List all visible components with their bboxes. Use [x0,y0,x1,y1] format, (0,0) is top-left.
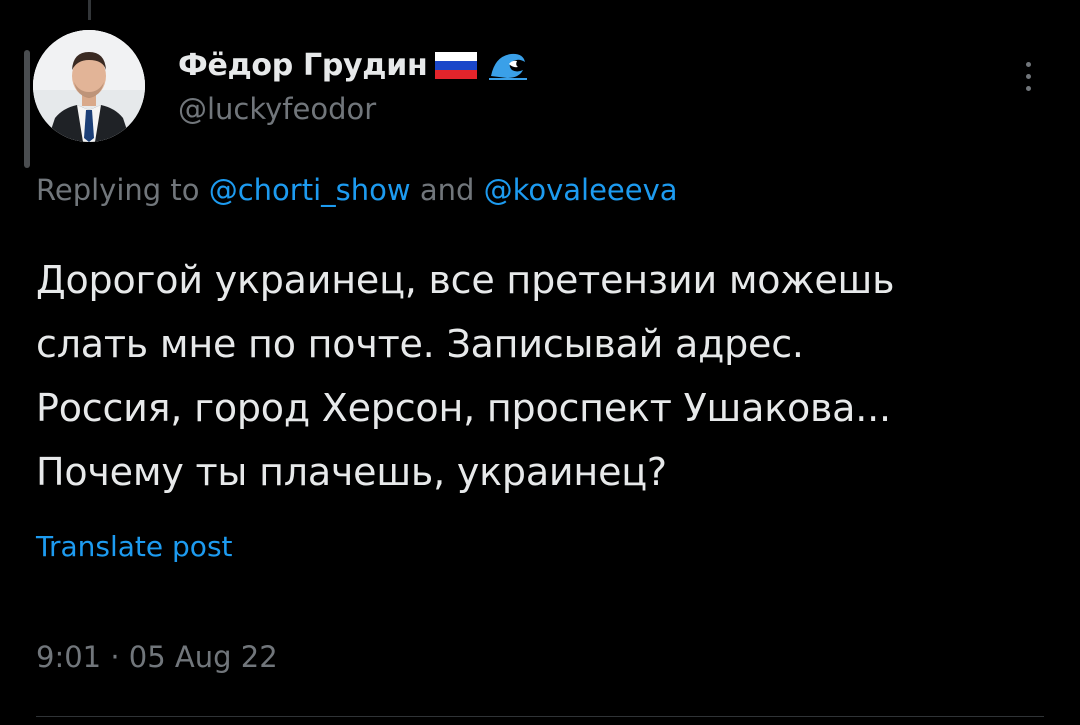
more-dot-icon [1025,73,1031,79]
tweet-text-line: Россия, город Херсон, проспект Ушакова..… [36,386,891,430]
author-name-row[interactable]: Фёдор Грудин [178,40,531,90]
replying-joiner: and [419,173,475,207]
scroll-indicator [24,50,30,168]
replying-to: Replying to @chorti_show and @kovaleeeva [36,173,678,207]
tweet-text: Дорогой украинец, все претензии можешь с… [36,248,1056,504]
mention-link[interactable]: @chorti_show [209,173,411,207]
author-display-name[interactable]: Фёдор Грудин [178,48,428,83]
tweet-text-line: Дорогой украинец, все претензии можешь [36,258,895,302]
more-options-button[interactable] [1008,54,1048,98]
tweet-text-line: слать мне по почте. Записывай адрес. [36,322,804,366]
more-dot-icon [1025,61,1031,67]
replying-prefix: Replying to [36,173,200,207]
tweet-text-line: Почему ты плачешь, украинец? [36,450,667,494]
mention-link[interactable]: @kovaleeeva [484,173,678,207]
water-wave-icon [485,48,531,82]
author-handle[interactable]: @luckyfeodor [178,92,376,126]
avatar[interactable] [33,30,145,142]
divider [36,716,1044,717]
avatar-image [33,30,145,142]
more-dot-icon [1025,85,1031,91]
russian-flag-icon [433,48,479,82]
thread-connector-line [88,0,91,20]
post-timestamp[interactable]: 9:01 · 05 Aug 22 [36,640,278,674]
translate-post-link[interactable]: Translate post [36,530,233,563]
